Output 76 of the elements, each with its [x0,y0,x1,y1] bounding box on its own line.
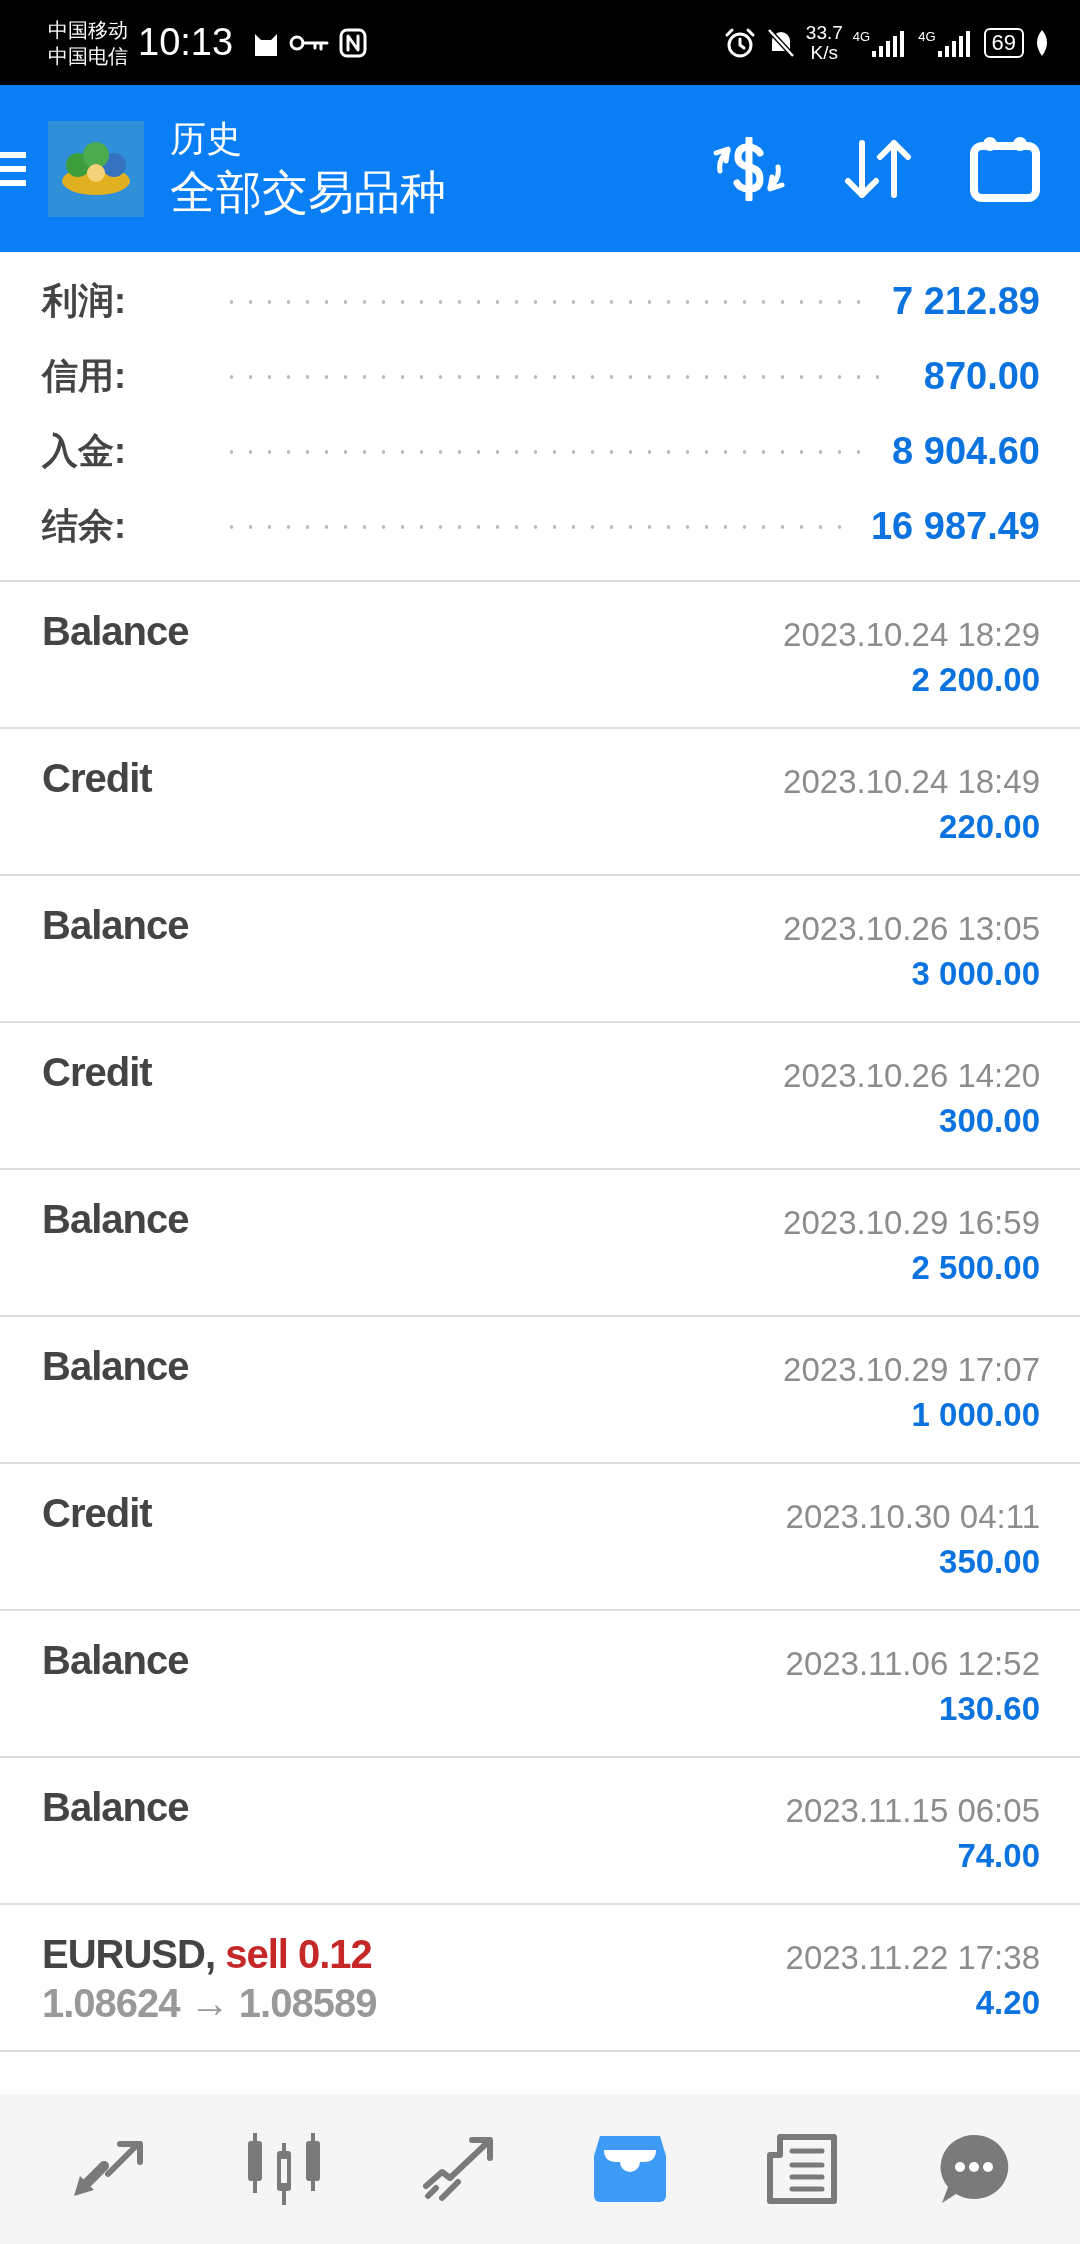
deal-title: Balance [42,902,189,949]
deal-time: 2023.10.26 13:05 [783,909,1040,949]
nav-tab[interactable] [594,2136,666,2202]
deal-amount: 2 500.00 [911,1248,1040,1288]
deal-row[interactable]: Balance 2023.10.29 16:59 2 500.00 [0,1170,1080,1317]
currency-exchange-icon[interactable] [712,136,786,201]
deal-title: Credit [42,1490,152,1537]
deal-title: EURUSD, sell 0.12 [42,1931,373,1978]
app-logo-icon [48,120,144,217]
deal-title: Balance [42,1196,189,1243]
deal-amount: 300.00 [939,1101,1040,1141]
deal-row[interactable]: Balance 2023.11.15 06:05 74.00 [0,1758,1080,1905]
nav-tab[interactable] [422,2136,494,2202]
deal-amount: 350.00 [939,1542,1040,1582]
sort-icon[interactable] [844,138,912,199]
deal-row[interactable]: Balance 2023.10.26 13:05 3 000.00 [0,876,1080,1023]
summary-label: 利润: [42,279,127,323]
network-type: 4G [852,28,871,44]
deal-title: Balance [42,1637,189,1684]
network-type: 4G [918,28,936,44]
deal-row[interactable]: Credit 2023.10.26 14:20 300.00 [0,1023,1080,1170]
deal-amount: 3 000.00 [911,954,1040,994]
deal-time: 2023.11.15 06:05 [785,1791,1040,1831]
deal-time: 2023.10.26 14:20 [783,1056,1040,1096]
deal-title: Balance [42,1343,189,1390]
chat-bubble-icon [938,2133,1010,2205]
deal-row[interactable]: Credit 2023.10.24 18:49 220.00 [0,729,1080,876]
deal-amount: 220.00 [939,807,1040,847]
deal-title: Credit [42,755,152,802]
deal-title: Balance [42,1784,189,1831]
summary-value: 870.00 [923,355,1040,398]
deal-amount: 1 000.00 [911,1395,1040,1435]
deal-time: 2023.10.30 04:11 [785,1497,1040,1537]
nav-tab[interactable] [938,2133,1010,2205]
summary-value: 16 987.49 [870,505,1040,548]
nav-tab[interactable] [246,2131,322,2207]
symbol-filter-title: 全部交易品种 [170,164,446,220]
deal-amount: 130.60 [939,1689,1040,1729]
deal-row[interactable]: Balance 2023.10.29 17:07 1 000.00 [0,1317,1080,1464]
deal-row[interactable]: Credit 2023.10.30 04:11 350.00 [0,1464,1080,1611]
trend-arrow-icon [422,2136,494,2202]
deal-time: 2023.10.24 18:49 [783,762,1040,802]
deal-row[interactable]: Balance 2023.11.06 12:52 130.60 [0,1611,1080,1758]
alarm-icon [723,26,756,59]
deal-title: Credit [42,1049,152,1096]
battery-level: 69 [983,27,1024,58]
muted-bell-icon [765,26,796,59]
inbox-icon [594,2136,666,2202]
summary-label: 结余: [42,504,127,548]
deal-amount: 74.00 [957,1836,1040,1876]
carrier-name: 中国电信 [48,43,128,69]
nfc-icon [339,27,368,58]
calendar-icon[interactable] [970,135,1040,202]
leaf-icon [1034,29,1050,56]
deal-time: 2023.10.29 16:59 [783,1203,1040,1243]
candlestick-icon [246,2131,322,2207]
deal-time: 2023.11.22 17:38 [785,1938,1040,1978]
deal-amount: 4.20 [975,1983,1040,2023]
nav-tab[interactable] [766,2133,838,2205]
deal-title: Balance [42,608,189,655]
summary-label: 入金: [42,429,127,473]
deal-row[interactable]: Balance 2023.10.24 18:29 2 200.00 [0,582,1080,729]
screen-title: 历史 [170,116,243,161]
deal-amount: 2 200.00 [911,660,1040,700]
newspaper-icon [766,2133,838,2205]
deal-row[interactable]: EURUSD, sell 0.12 1.08624 → 1.08589 2023.11.22 17:38 4.20 [0,1905,1080,2052]
clock-time: 10:13 [138,21,234,64]
deal-prices: 1.08624 → 1.08589 [42,1980,377,2027]
deal-time: 2023.11.06 12:52 [785,1644,1040,1684]
summary-label: 信用: [42,354,127,398]
deal-time: 2023.10.24 18:29 [783,615,1040,655]
network-speed: 33.7 K/s [805,22,843,63]
summary-value: 7 212.89 [892,280,1040,323]
summary-value: 8 904.60 [892,430,1040,473]
carrier-name: 中国移动 [48,17,128,43]
deal-time: 2023.10.29 17:07 [783,1350,1040,1390]
